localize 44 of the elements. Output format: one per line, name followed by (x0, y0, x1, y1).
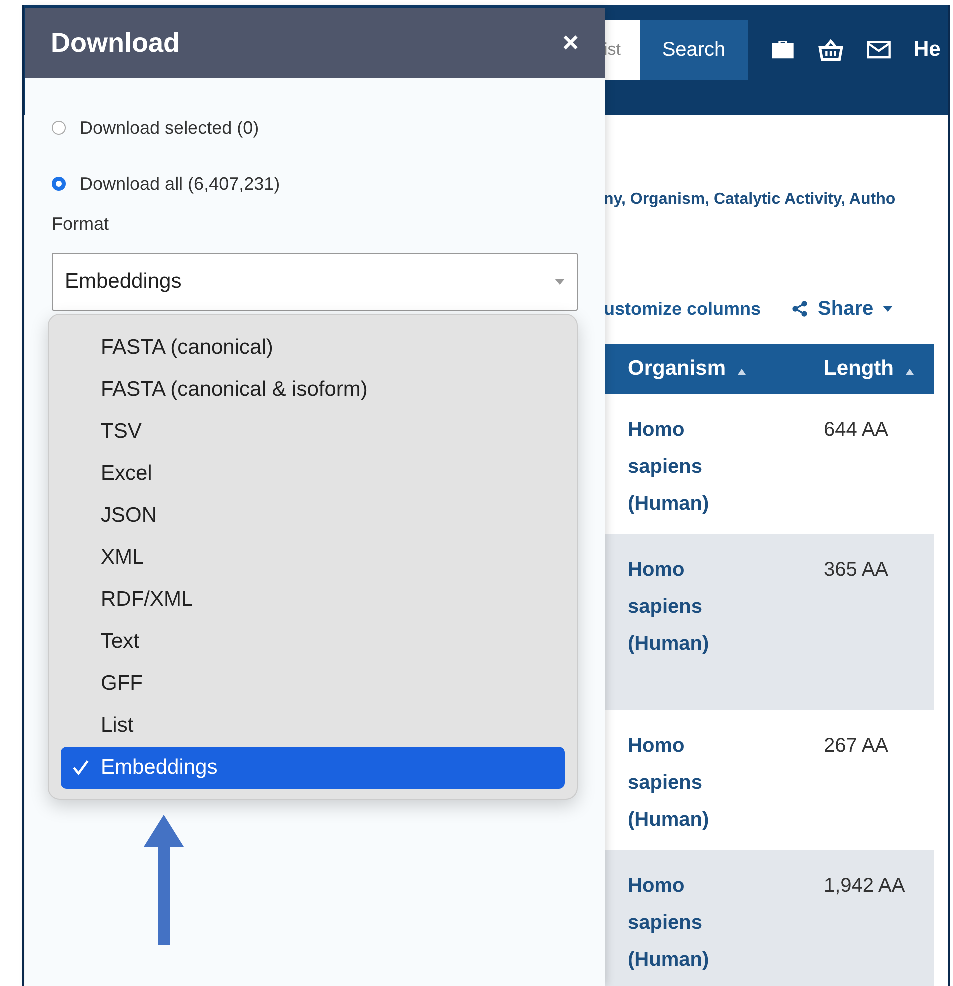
close-button[interactable]: × (562, 27, 579, 59)
table-cell: 644 AA (824, 419, 889, 441)
menu-option[interactable]: List (61, 705, 565, 747)
panel-title: Download (51, 28, 180, 58)
table-cell: 267 AA (824, 735, 889, 757)
search-button[interactable]: Search (640, 20, 748, 80)
caret-icon (555, 279, 565, 285)
radio-button[interactable] (52, 121, 66, 135)
filter-links[interactable]: ny, Organism, Catalytic Activity, Autho (604, 191, 948, 209)
sort-icon (738, 369, 746, 375)
check-icon (73, 760, 89, 776)
radio-button[interactable] (52, 177, 66, 191)
table-cell: 365 AA (824, 559, 889, 581)
caret-icon (882, 306, 893, 312)
mail-icon[interactable] (866, 39, 892, 61)
organism-link[interactable]: Homo sapiens (Human) (628, 868, 738, 979)
menu-option[interactable]: Excel (61, 453, 565, 495)
search-field[interactable]: ist (604, 20, 640, 80)
organism-link[interactable]: Homo sapiens (Human) (628, 412, 738, 523)
radio-label[interactable]: Download all (6,407,231) (80, 174, 280, 194)
toolbox-icon[interactable] (770, 39, 796, 61)
organism-link[interactable]: Homo sapiens (Human) (628, 552, 738, 663)
menu-option[interactable]: FASTA (canonical) (61, 327, 565, 369)
basket-icon[interactable] (818, 39, 844, 61)
field-label: Format (52, 214, 110, 235)
help-link[interactable]: He (914, 38, 941, 62)
share-icon (791, 300, 810, 318)
menu-option[interactable]: GFF (61, 663, 565, 705)
menu-option[interactable]: TSV (61, 411, 565, 453)
radio-label[interactable]: Download selected (0) (80, 118, 260, 138)
menu-option[interactable]: Embeddings (61, 747, 565, 789)
sort-icon (906, 369, 914, 375)
menu-option[interactable]: RDF/XML (61, 579, 565, 621)
column-header[interactable]: Organism (604, 344, 806, 394)
menu-option[interactable]: Text (61, 621, 565, 663)
share-button[interactable]: Share (791, 298, 893, 320)
table-cell: 1,942 AA (824, 875, 906, 897)
organism-link[interactable]: Homo sapiens (Human) (628, 728, 738, 839)
menu-option[interactable]: JSON (61, 495, 565, 537)
customize-columns-link[interactable]: ustomize columns (604, 298, 762, 320)
menu-option[interactable]: FASTA (canonical & isoform) (61, 369, 565, 411)
column-header[interactable]: Length (806, 344, 934, 394)
format-dropdown[interactable]: Embeddings (52, 253, 578, 311)
menu-option[interactable]: XML (61, 537, 565, 579)
